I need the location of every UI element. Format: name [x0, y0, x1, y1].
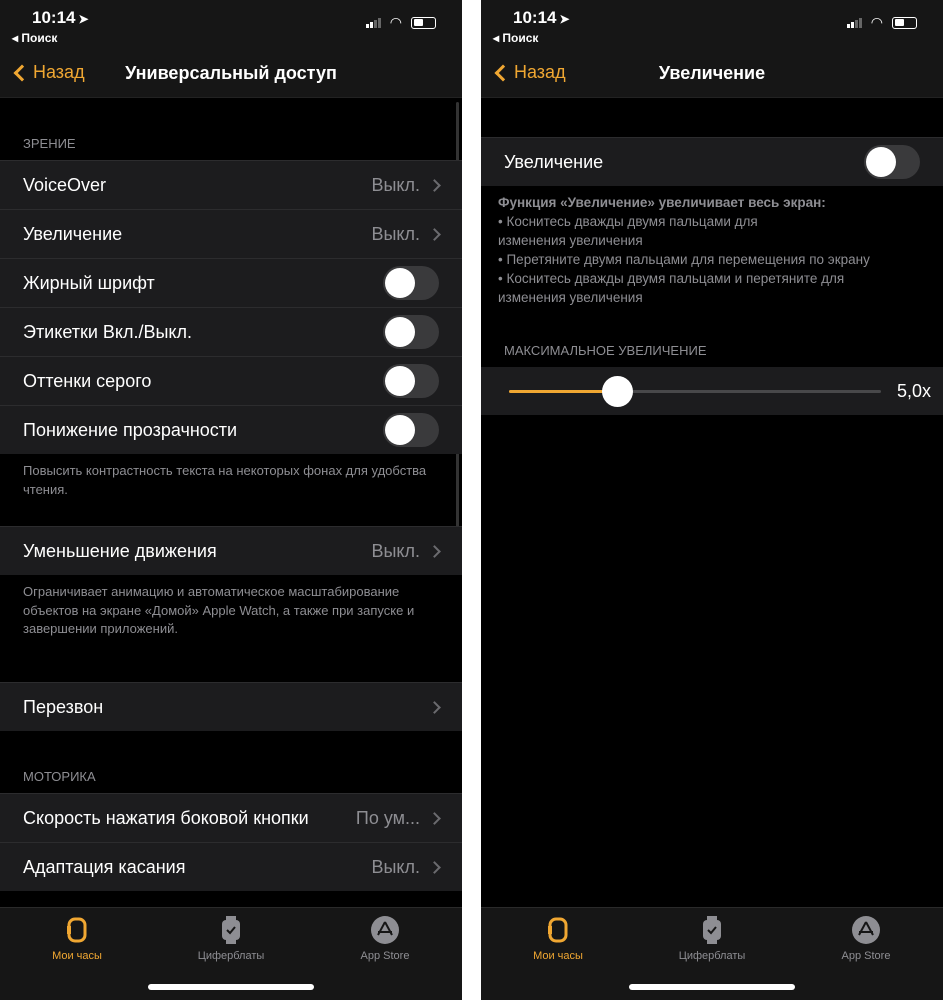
row-label: Скорость нажатия боковой кнопки [23, 807, 309, 828]
accessibility-screen: 10:14 ➤ ◂ Поиск ◠ Назад Универсальный дос… [0, 0, 462, 1000]
row-label: Адаптация касания [23, 856, 186, 877]
tab-app-store[interactable]: App Store [325, 914, 445, 962]
desc-title: Функция «Увеличение» увеличивает весь эк… [498, 195, 826, 210]
home-indicator [629, 984, 795, 990]
tab-label: Циферблаты [678, 950, 746, 962]
wifi-icon: ◠ [389, 14, 402, 30]
max-zoom-row: 5,0x [481, 367, 943, 415]
watch-face-icon [171, 914, 291, 946]
motion-footer: Ограничивает анимацию и автоматическое м… [23, 584, 415, 636]
battery-icon [892, 16, 917, 29]
row-label: Увеличение [504, 151, 604, 172]
status-bar: 10:14 ➤ ◂ Поиск ◠ [481, 0, 943, 50]
tab-faces[interactable]: Циферблаты [171, 914, 291, 962]
app-store-icon [806, 914, 926, 946]
tab-label: App Store [841, 950, 891, 962]
watch-icon [17, 914, 137, 946]
location-icon: ➤ [559, 12, 570, 26]
bold-text-toggle[interactable] [383, 266, 439, 300]
zoom-description: Функция «Увеличение» увеличивает весь эк… [498, 193, 933, 307]
row-label: Оттенки серого [23, 370, 152, 391]
page-title: Увеличение [658, 63, 766, 83]
row-bold-text: Жирный шрифт [0, 258, 462, 307]
chevron-right-icon [428, 811, 441, 825]
row-value: По ум... [355, 807, 420, 828]
signal-icon [365, 17, 381, 28]
row-label: Перезвон [23, 696, 104, 717]
transparency-footer: Повысить контрастность текста на некотор… [23, 463, 427, 497]
watch-face-icon [652, 914, 772, 946]
row-label: Уменьшение движения [23, 540, 217, 561]
tab-label: Мои часы [52, 950, 102, 962]
zoom-screen: 10:14 ➤ ◂ Поиск ◠ Назад Увеличение Увелич… [481, 0, 943, 1000]
reduce-transparency-toggle[interactable] [383, 413, 439, 447]
back-app-label: Поиск [502, 31, 539, 45]
row-label: Увеличение [23, 223, 123, 244]
signal-icon [846, 17, 862, 28]
desc-line: изменения увеличения [498, 233, 643, 248]
slider-thumb[interactable] [601, 376, 633, 407]
desc-line: • Коснитесь дважды двумя пальцами и пере… [498, 271, 845, 286]
row-value: Выкл. [371, 856, 420, 877]
zoom-toggle[interactable] [864, 145, 920, 179]
row-side-button-speed[interactable]: Скорость нажатия боковой кнопки По ум... [0, 793, 462, 842]
tab-bar: Мои часы Циферблаты App Store [481, 907, 943, 1000]
slider-fill [509, 390, 617, 393]
tab-label: Циферблаты [197, 950, 265, 962]
tab-faces[interactable]: Циферблаты [652, 914, 772, 962]
row-label: Понижение прозрачности [23, 419, 238, 440]
row-zoom[interactable]: Увеличение Выкл. [0, 209, 462, 258]
tab-bar: Мои часы Циферблаты App Store [0, 907, 462, 1000]
on-off-labels-toggle[interactable] [383, 315, 439, 349]
row-grayscale: Оттенки серого [0, 356, 462, 405]
status-bar: 10:14 ➤ ◂ Поиск ◠ [0, 0, 462, 50]
grayscale-toggle[interactable] [383, 364, 439, 398]
chevron-right-icon [428, 700, 441, 714]
chevron-right-icon [428, 178, 441, 192]
chevron-right-icon [428, 544, 441, 558]
row-voiceover[interactable]: VoiceOver Выкл. [0, 160, 462, 209]
max-zoom-value: 5,0x [896, 381, 931, 401]
nav-bar: Назад Увеличение [481, 50, 943, 98]
max-zoom-slider[interactable] [509, 376, 881, 407]
tab-app-store[interactable]: App Store [806, 914, 926, 962]
row-reduce-transparency: Понижение прозрачности [0, 405, 462, 454]
chevron-right-icon [428, 227, 441, 241]
back-to-app-link[interactable]: ◂ Поиск [493, 31, 538, 45]
nav-bar: Назад Универсальный доступ [0, 50, 462, 98]
desc-line: • Коснитесь дважды двумя пальцами для [498, 214, 758, 229]
wifi-icon: ◠ [870, 14, 883, 30]
row-label: Жирный шрифт [23, 272, 155, 293]
row-touch-accommodations[interactable]: Адаптация касания Выкл. [0, 842, 462, 891]
row-chimes[interactable]: Перезвон [0, 682, 462, 731]
tab-my-watch[interactable]: Мои часы [498, 914, 618, 962]
home-indicator [148, 984, 314, 990]
page-title: Универсальный доступ [125, 63, 337, 83]
back-app-label: Поиск [21, 31, 58, 45]
section-header-vision: Зрение [23, 136, 76, 151]
watch-icon [498, 914, 618, 946]
clock: 10:14 [513, 8, 557, 27]
row-value: Выкл. [371, 223, 420, 244]
chevron-right-icon [428, 860, 441, 874]
row-value: Выкл. [371, 540, 420, 561]
row-zoom: Увеличение [481, 137, 943, 186]
row-label: VoiceOver [23, 174, 107, 195]
tab-label: Мои часы [533, 950, 583, 962]
section-header-max-zoom: Максимальное увеличение [504, 343, 707, 358]
tab-label: App Store [360, 950, 410, 962]
row-value: Выкл. [371, 174, 420, 195]
clock: 10:14 [32, 8, 76, 27]
desc-line: изменения увеличения [498, 290, 643, 305]
row-reduce-motion[interactable]: Уменьшение движения Выкл. [0, 526, 462, 575]
section-header-motor: Моторика [23, 769, 96, 784]
back-to-app-link[interactable]: ◂ Поиск [12, 31, 57, 45]
row-label: Этикетки Вкл./Выкл. [23, 321, 193, 342]
location-icon: ➤ [78, 12, 89, 26]
desc-line: • Перетяните двумя пальцами для перемеще… [498, 252, 870, 267]
app-store-icon [325, 914, 445, 946]
row-on-off-labels: Этикетки Вкл./Выкл. [0, 307, 462, 356]
battery-icon [411, 16, 436, 29]
tab-my-watch[interactable]: Мои часы [17, 914, 137, 962]
